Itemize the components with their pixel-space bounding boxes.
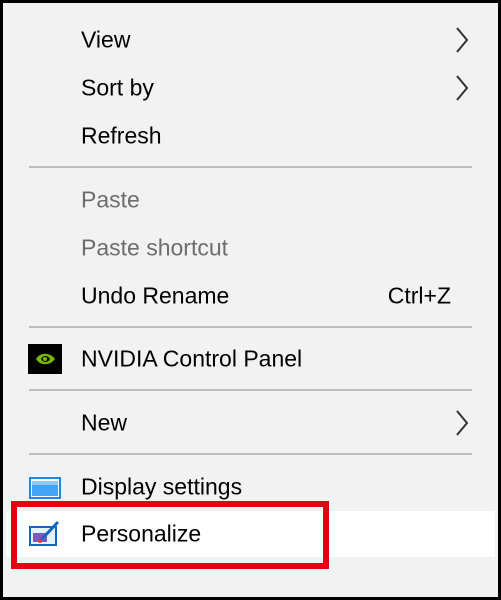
menu-item-label: New	[81, 409, 128, 436]
menu-item-label: Display settings	[81, 473, 243, 500]
menu-item-undo-rename[interactable]: Undo Rename Ctrl+Z	[6, 273, 495, 319]
menu-item-view[interactable]: View	[6, 17, 495, 63]
menu-separator	[29, 326, 472, 328]
menu-separator	[29, 389, 472, 391]
menu-item-paste-shortcut[interactable]: Paste shortcut	[6, 225, 495, 271]
menu-item-label: Undo Rename	[81, 282, 230, 309]
chevron-right-icon	[456, 75, 469, 101]
menu-separator	[29, 166, 472, 168]
menu-item-new[interactable]: New	[6, 400, 495, 446]
highlight-annotation-box	[11, 501, 329, 569]
menu-item-refresh[interactable]: Refresh	[6, 113, 495, 159]
nvidia-icon	[28, 344, 62, 374]
menu-item-nvidia-control-panel[interactable]: NVIDIA Control Panel	[6, 336, 495, 382]
menu-item-label: Refresh	[81, 122, 162, 149]
menu-item-label: NVIDIA Control Panel	[81, 345, 303, 372]
menu-item-label: View	[81, 26, 131, 53]
menu-item-paste[interactable]: Paste	[6, 177, 495, 223]
desktop-context-menu: View Sort by Refresh Paste Paste shortcu…	[0, 0, 501, 600]
menu-item-sort-by[interactable]: Sort by	[6, 65, 495, 111]
menu-separator	[29, 453, 472, 455]
chevron-right-icon	[456, 410, 469, 436]
chevron-right-icon	[456, 27, 469, 53]
display-icon	[29, 477, 61, 499]
menu-item-label: Sort by	[81, 74, 154, 101]
menu-item-shortcut: Ctrl+Z	[387, 282, 451, 309]
menu-item-label: Paste	[81, 186, 140, 213]
menu-item-label: Paste shortcut	[81, 234, 229, 261]
